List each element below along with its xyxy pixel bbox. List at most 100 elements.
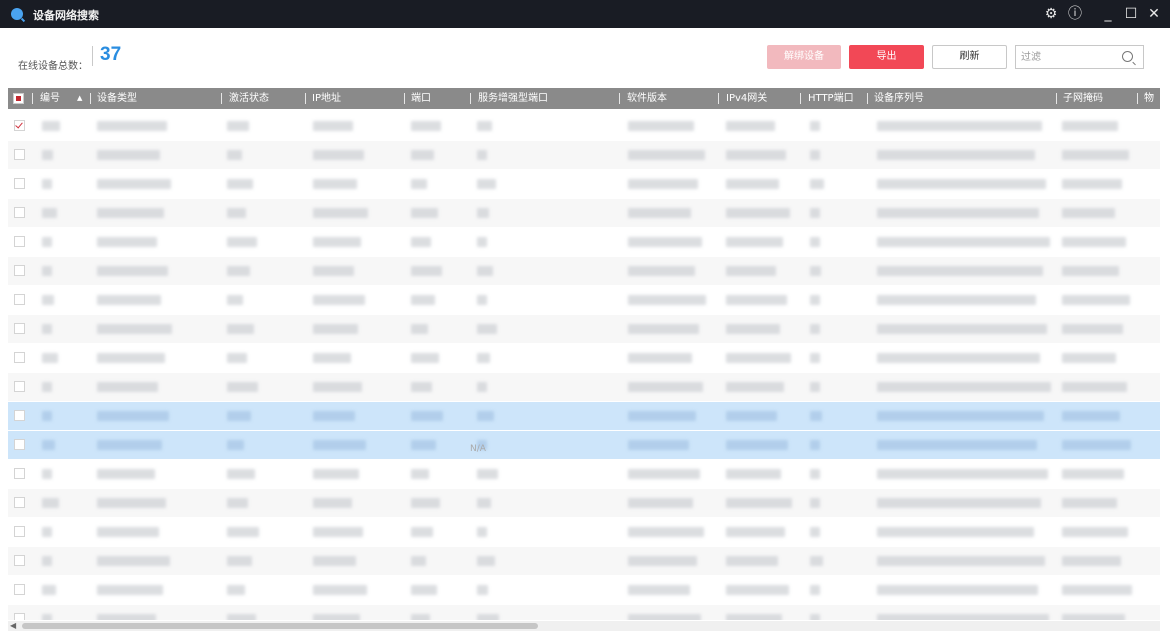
row-checkbox[interactable] [14, 613, 25, 620]
table-row[interactable] [8, 402, 1160, 430]
row-checkbox[interactable] [14, 323, 25, 334]
row-checkbox[interactable] [14, 352, 25, 363]
export-button[interactable]: 导出 [849, 45, 924, 69]
table-row[interactable] [8, 576, 1160, 604]
table-cell [477, 324, 497, 334]
table-cell [726, 324, 780, 334]
header-divider [800, 93, 801, 104]
table-row[interactable] [8, 431, 1160, 459]
table-cell [628, 585, 690, 595]
horizontal-scrollbar[interactable]: ◀ [8, 621, 1160, 631]
table-row[interactable] [8, 373, 1160, 401]
table-row[interactable] [8, 112, 1160, 140]
row-checkbox[interactable] [14, 410, 25, 421]
row-checkbox[interactable] [14, 439, 25, 450]
table-cell [726, 121, 775, 131]
table-cell [42, 614, 52, 620]
table-row[interactable] [8, 286, 1160, 314]
row-checkbox[interactable] [14, 236, 25, 247]
minimize-icon[interactable]: _ [1099, 5, 1117, 23]
table-row[interactable] [8, 141, 1160, 169]
sort-asc-icon[interactable]: ▲ [77, 93, 82, 103]
table-cell [42, 469, 52, 479]
table-cell [1062, 150, 1129, 160]
table-row[interactable] [8, 344, 1160, 372]
table-cell [877, 527, 1034, 537]
table-cell [726, 353, 791, 363]
col-header-subnet-mask[interactable]: 子网掩码 [1063, 88, 1103, 109]
table-row[interactable] [8, 228, 1160, 256]
maximize-icon[interactable]: ☐ [1122, 5, 1140, 23]
header-divider [305, 93, 306, 104]
table-row[interactable] [8, 315, 1160, 343]
col-header-ip[interactable]: IP地址 [312, 88, 341, 109]
header-divider [1137, 93, 1138, 104]
table-cell [97, 469, 155, 479]
col-header-software-version[interactable]: 软件版本 [627, 88, 667, 109]
table-cell [313, 498, 352, 508]
table-cell [1062, 527, 1128, 537]
table-row[interactable] [8, 199, 1160, 227]
table-cell [42, 382, 52, 392]
col-header-serial-number[interactable]: 设备序列号 [874, 88, 924, 109]
scroll-left-icon[interactable]: ◀ [10, 621, 16, 631]
row-checkbox[interactable] [14, 149, 25, 160]
table-cell [810, 498, 820, 508]
table-cell [313, 179, 357, 189]
table-cell [411, 614, 430, 620]
table-row[interactable] [8, 518, 1160, 546]
table-row[interactable] [8, 605, 1160, 620]
header-divider [1056, 93, 1057, 104]
row-checkbox[interactable] [14, 468, 25, 479]
table-row[interactable] [8, 460, 1160, 488]
row-checkbox[interactable] [14, 120, 25, 131]
col-header-truncated[interactable]: 物 [1144, 88, 1154, 109]
info-icon[interactable]: ⓘ [1066, 5, 1084, 23]
row-checkbox[interactable] [14, 294, 25, 305]
col-header-device-type[interactable]: 设备类型 [97, 88, 137, 109]
col-header-activation[interactable]: 激活状态 [229, 88, 269, 109]
row-checkbox[interactable] [14, 555, 25, 566]
col-header-index[interactable]: 编号 [40, 88, 60, 109]
scrollbar-thumb[interactable] [22, 623, 538, 629]
refresh-button[interactable]: 刷新 [932, 45, 1007, 69]
table-row[interactable] [8, 489, 1160, 517]
filter-input[interactable] [1021, 49, 1116, 65]
row-checkbox[interactable] [14, 265, 25, 276]
table-row[interactable] [8, 257, 1160, 285]
col-header-port[interactable]: 端口 [411, 88, 431, 109]
settings-icon[interactable]: ⚙ [1042, 5, 1060, 23]
table-cell [477, 527, 487, 537]
table-cell [810, 440, 820, 450]
table-cell [411, 498, 440, 508]
row-checkbox[interactable] [14, 207, 25, 218]
table-cell [628, 353, 692, 363]
table-cell [97, 556, 170, 566]
table-cell [1062, 237, 1126, 247]
col-header-ipv4-gateway[interactable]: IPv4网关 [726, 88, 767, 109]
table-cell [97, 382, 158, 392]
table-row[interactable] [8, 547, 1160, 575]
close-icon[interactable]: ✕ [1145, 5, 1163, 23]
table-row[interactable] [8, 170, 1160, 198]
col-header-enhanced-port[interactable]: 服务增强型端口 [478, 88, 548, 109]
row-checkbox[interactable] [14, 584, 25, 595]
table-cell [628, 266, 695, 276]
table-cell [726, 469, 781, 479]
table-cell [810, 237, 820, 247]
select-all-checkbox[interactable] [13, 93, 24, 104]
table-cell [227, 353, 247, 363]
unbind-device-button[interactable]: 解绑设备 [767, 45, 841, 69]
row-checkbox[interactable] [14, 497, 25, 508]
col-header-http-port[interactable]: HTTP端口 [808, 88, 854, 109]
table-cell [1062, 179, 1122, 189]
row-checkbox[interactable] [14, 526, 25, 537]
table-cell [810, 324, 820, 334]
toolbar: 在线设备总数： 37 解绑设备 导出 刷新 [0, 28, 1170, 80]
table-cell [1062, 208, 1115, 218]
row-checkbox[interactable] [14, 381, 25, 392]
table-cell [877, 556, 1045, 566]
row-checkbox[interactable] [14, 178, 25, 189]
table-cell [1062, 266, 1119, 276]
search-icon[interactable] [1122, 51, 1133, 62]
